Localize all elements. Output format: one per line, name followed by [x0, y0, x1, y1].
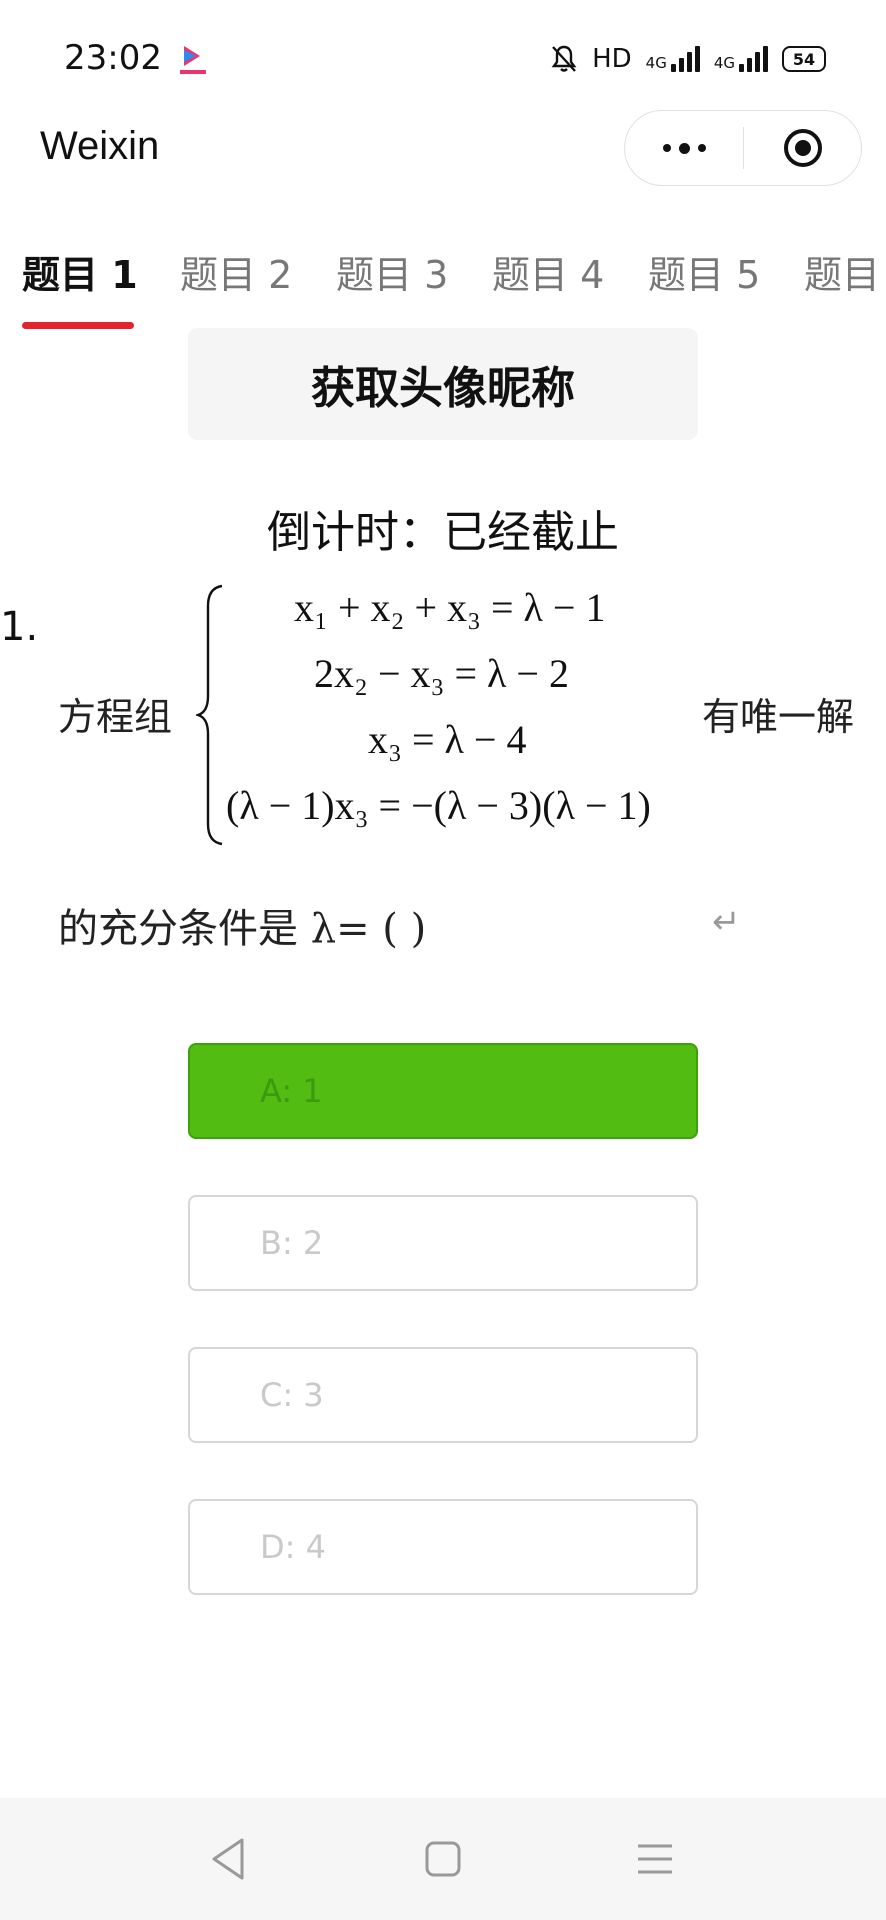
option-d-button[interactable]: D: 4 — [188, 1499, 698, 1595]
equation-line-1: x₁ + x₂ + x₃ = λ − 1 — [294, 585, 606, 630]
active-tab-indicator — [22, 322, 134, 329]
signal-bars-2-icon — [739, 46, 768, 72]
capsule-menu — [624, 110, 862, 186]
battery-indicator: 54 — [782, 46, 826, 72]
target-close-icon[interactable] — [744, 111, 861, 185]
option-b-button[interactable]: B: 2 — [188, 1195, 698, 1291]
countdown-text: 倒计时：已经截止 — [267, 507, 619, 558]
tab-question-6[interactable]: 题目 — [804, 244, 880, 299]
network-type-1: 4G — [645, 54, 667, 72]
equation-suffix: 有唯一解 — [702, 695, 855, 739]
tab-question-1[interactable]: 题目 1 — [22, 244, 138, 299]
question-tabs: 题目 1 题目 2 题目 3 题目 4 题目 5 题目 — [0, 238, 886, 334]
hd-label: HD — [592, 44, 632, 74]
equation-system-image: 方程组 x₁ + x₂ + x₃ = λ − 1 2x₂ − x₃ = λ − … — [50, 578, 886, 848]
signal-2: 4G — [714, 46, 768, 72]
tab-question-5[interactable]: 题目 5 — [648, 244, 760, 299]
question-condition: 的充分条件是 λ= ( ) — [58, 906, 427, 952]
status-time: 23:02 — [64, 38, 162, 78]
option-a-button[interactable]: A: 1 — [188, 1043, 698, 1139]
get-profile-button[interactable]: 获取头像昵称 — [188, 328, 698, 440]
home-square-icon[interactable] — [424, 1840, 462, 1878]
menu-lines-icon[interactable] — [636, 1842, 674, 1876]
page-title: Weixin — [40, 124, 160, 168]
system-nav-bar — [0, 1798, 886, 1920]
equation-line-4: (λ − 1)x₃ = −(λ − 3)(λ − 1) — [226, 783, 651, 828]
return-mark: ↵ — [712, 902, 741, 942]
signal-1: 4G — [646, 46, 700, 72]
tab-question-2[interactable]: 题目 2 — [180, 244, 292, 299]
equation-line-3: x₃ = λ − 4 — [368, 717, 527, 762]
status-indicators: HD 4G 4G 54 — [550, 42, 826, 76]
tab-question-4[interactable]: 题目 4 — [492, 244, 604, 299]
more-dots-icon[interactable] — [625, 111, 743, 185]
tab-question-3[interactable]: 题目 3 — [336, 244, 448, 299]
signal-bars-1-icon — [670, 46, 700, 72]
equation-line-2: 2x₂ − x₃ = λ − 2 — [314, 651, 569, 696]
question-number: 1. — [0, 604, 39, 650]
mute-bell-icon — [551, 45, 577, 72]
back-triangle-icon[interactable] — [208, 1836, 248, 1882]
left-brace-icon — [196, 584, 223, 846]
network-type-2: 4G — [713, 54, 735, 72]
equation-prefix: 方程组 — [58, 695, 173, 739]
status-bar: 23:02 HD 4G 4G 54 — [0, 0, 886, 112]
option-c-button[interactable]: C: 3 — [188, 1347, 698, 1443]
youku-icon — [180, 46, 206, 74]
